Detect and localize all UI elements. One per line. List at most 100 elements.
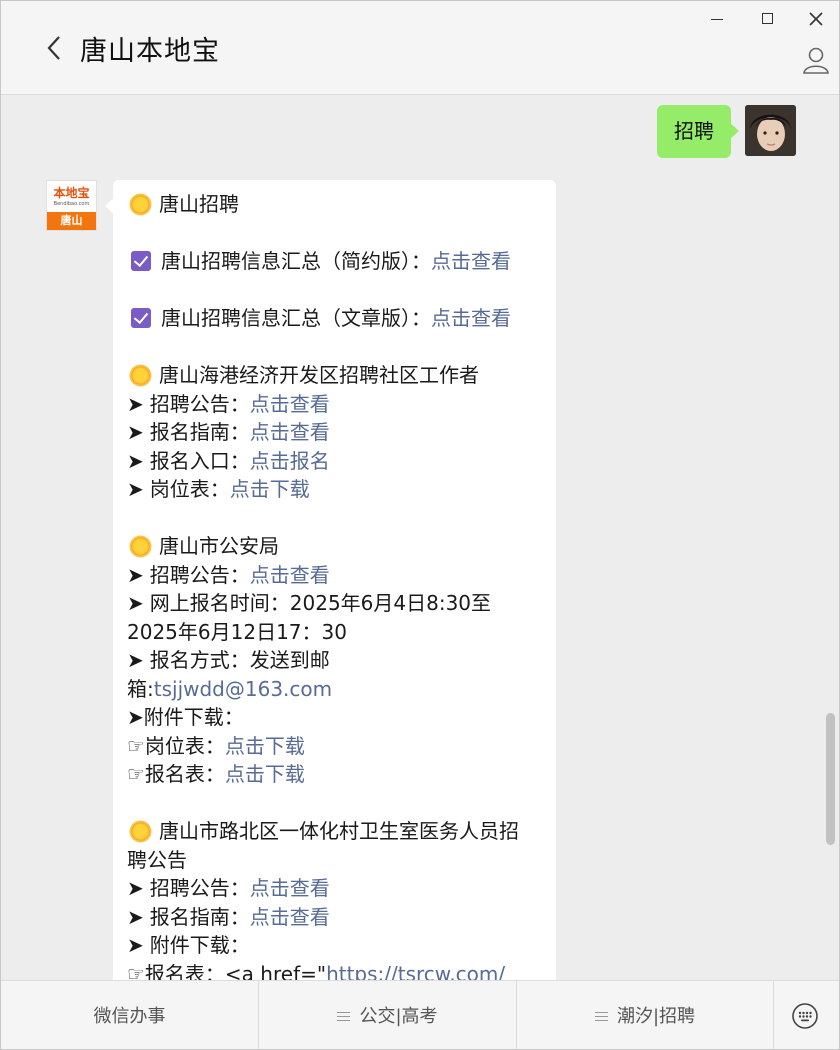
message-line: ☞报名表：<a href="https://tsrcw.com/ <box>127 960 542 981</box>
arrow-right-icon: ➤ <box>127 477 144 501</box>
line-text: 聘公告 <box>127 847 187 872</box>
minimize-button[interactable] <box>706 9 728 29</box>
sun-emoji-icon <box>131 195 150 214</box>
message-line: ➤ 报名指南：点击查看 <box>127 418 542 447</box>
maximize-icon <box>761 13 773 24</box>
line-text: 唐山市公安局 <box>159 534 279 558</box>
message-link[interactable]: 点击下载 <box>225 734 305 758</box>
menu-weixin-banshi[interactable]: 微信办事 <box>1 981 259 1049</box>
message-line: ➤ 报名指南：点击查看 <box>127 903 542 932</box>
line-text: 2025年6月12日17：30 <box>127 619 347 644</box>
message-line: ➤ 招聘公告：点击查看 <box>127 390 542 419</box>
incoming-message-bubble[interactable]: 唐山招聘 唐山招聘信息汇总（简约版）：点击查看 唐山招聘信息汇总（文章版）：点击查看… <box>105 180 556 981</box>
logo-city-label: 唐山 <box>47 212 96 230</box>
my-avatar[interactable] <box>745 105 796 156</box>
line-text: 报名指南： <box>149 904 250 929</box>
keyboard-icon <box>792 1003 818 1029</box>
message-link[interactable]: tsjjwdd@163.com <box>154 677 332 701</box>
menu-list-icon <box>594 1012 608 1021</box>
message-line: ➤ 报名方式：发送到邮 <box>127 646 542 675</box>
outgoing-message-text: 招聘 <box>674 119 714 143</box>
sun-emoji-icon <box>131 366 150 385</box>
menu-label: 潮汐|招聘 <box>616 1006 696 1027</box>
message-line: ➤ 招聘公告：点击查看 <box>127 874 542 903</box>
message-line: 唐山招聘 <box>127 190 542 219</box>
line-text: 招聘公告： <box>149 391 250 416</box>
message-link[interactable]: 点击查看 <box>250 392 330 416</box>
line-text: 招聘公告： <box>149 876 250 900</box>
line-text: 箱: <box>127 676 154 701</box>
sun-emoji-icon <box>131 537 150 556</box>
line-text: 招聘公告： <box>149 562 250 587</box>
message-link[interactable]: 点击查看 <box>250 420 330 444</box>
line-text: ☞报名表：<a href=" <box>127 961 327 981</box>
message-link[interactable]: 点击下载 <box>225 762 305 786</box>
line-text: 唐山招聘 <box>159 192 239 216</box>
line-text: 报名入口： <box>149 448 250 473</box>
message-line: 唐山市公安局 <box>127 532 542 561</box>
message-line: ➤ 招聘公告：点击查看 <box>127 561 542 590</box>
line-text: 报名方式：发送到邮 <box>149 648 330 672</box>
official-account-avatar[interactable]: 本地宝 Bendibao.com 唐山 <box>46 180 97 231</box>
outgoing-message-bubble[interactable]: 招聘 <box>657 105 739 158</box>
message-line: 聘公告 <box>127 846 542 875</box>
arrow-right-icon: ➤ <box>127 904 144 929</box>
checkbox-icon <box>131 251 151 271</box>
person-icon <box>803 47 829 74</box>
message-link[interactable]: 点击查看 <box>431 306 511 330</box>
message-line: 箱:tsjjwdd@163.com <box>127 675 542 704</box>
keyboard-toggle-button[interactable] <box>791 1002 819 1030</box>
message-line: 唐山市路北区一体化村卫生室医务人员招 <box>127 817 542 846</box>
title-bar: 唐山本地宝 <box>1 1 839 95</box>
profile-button[interactable] <box>801 45 831 75</box>
menu-list-icon <box>337 1012 351 1021</box>
arrow-right-icon: ➤ <box>127 562 144 587</box>
logo-en-text: Bendibao.com <box>53 201 90 207</box>
chat-area[interactable]: 招聘 本地宝 Bendibao.com 唐山 唐山招聘唐山招聘信息汇总（简约版）… <box>1 96 839 980</box>
message-line: ➤ 报名入口：点击报名 <box>127 447 542 476</box>
message-line: 2025年6月12日17：30 <box>127 618 542 647</box>
message-link[interactable]: 点击查看 <box>431 249 511 273</box>
message-line: ➤附件下载： <box>127 931 542 960</box>
message-line: ☞岗位表：点击下载 <box>127 732 542 761</box>
maximize-button[interactable] <box>756 9 778 29</box>
message-link[interactable]: 点击查看 <box>250 876 330 900</box>
message-link[interactable]: 点击查看 <box>250 905 330 929</box>
message-line: 唐山招聘信息汇总（简约版）：点击查看 <box>127 247 542 276</box>
message-link[interactable]: 点击报名 <box>250 449 330 473</box>
bendibao-logo: 本地宝 Bendibao.com <box>47 181 96 211</box>
line-text: 唐山招聘信息汇总（文章版）： <box>161 306 431 330</box>
checkbox-icon <box>131 308 151 328</box>
arrow-right-icon: ➤ <box>127 933 144 957</box>
message-link[interactable]: 点击查看 <box>250 563 330 587</box>
arrow-right-icon: ➤ <box>127 420 144 444</box>
minimize-icon <box>711 19 723 20</box>
message-link[interactable]: 点击下载 <box>230 477 310 501</box>
avatar-image <box>745 105 796 156</box>
menu-tide-recruit[interactable]: 潮汐|招聘 <box>517 981 774 1049</box>
line-text: 唐山招聘信息汇总（简约版）： <box>161 249 431 273</box>
line-text: 网上报名时间：2025年6月4日8:30至 <box>149 591 492 615</box>
message-line: ➤附件下载： <box>127 703 542 732</box>
arrow-right-icon: ➤ <box>127 391 144 416</box>
message-link[interactable]: https://tsrcw.com/ <box>326 962 505 981</box>
line-text: 唐山海港经济开发区招聘社区工作者 <box>159 363 479 387</box>
bottom-menu: 微信办事 公交|高考 潮汐|招聘 <box>1 980 839 1049</box>
menu-bus-gaokao[interactable]: 公交|高考 <box>259 981 517 1049</box>
line-text: ☞岗位表： <box>127 733 225 758</box>
back-button[interactable] <box>41 33 69 63</box>
message-line: 唐山招聘信息汇总（文章版）：点击查看 <box>127 304 542 333</box>
message-line: ☞报名表：点击下载 <box>127 760 542 789</box>
line-text: 唐山市路北区一体化村卫生室医务人员招 <box>159 819 519 843</box>
arrow-right-icon: ➤ <box>127 448 144 473</box>
close-button[interactable] <box>805 9 827 29</box>
menu-label: 微信办事 <box>93 1006 166 1027</box>
chat-window: 唐山本地宝 招聘 本地宝 Bendibao.com 唐山 唐山招聘 唐山招聘信息… <box>0 0 840 1050</box>
chat-scrollbar[interactable] <box>826 713 835 845</box>
menu-label: 公交|高考 <box>359 1006 438 1027</box>
